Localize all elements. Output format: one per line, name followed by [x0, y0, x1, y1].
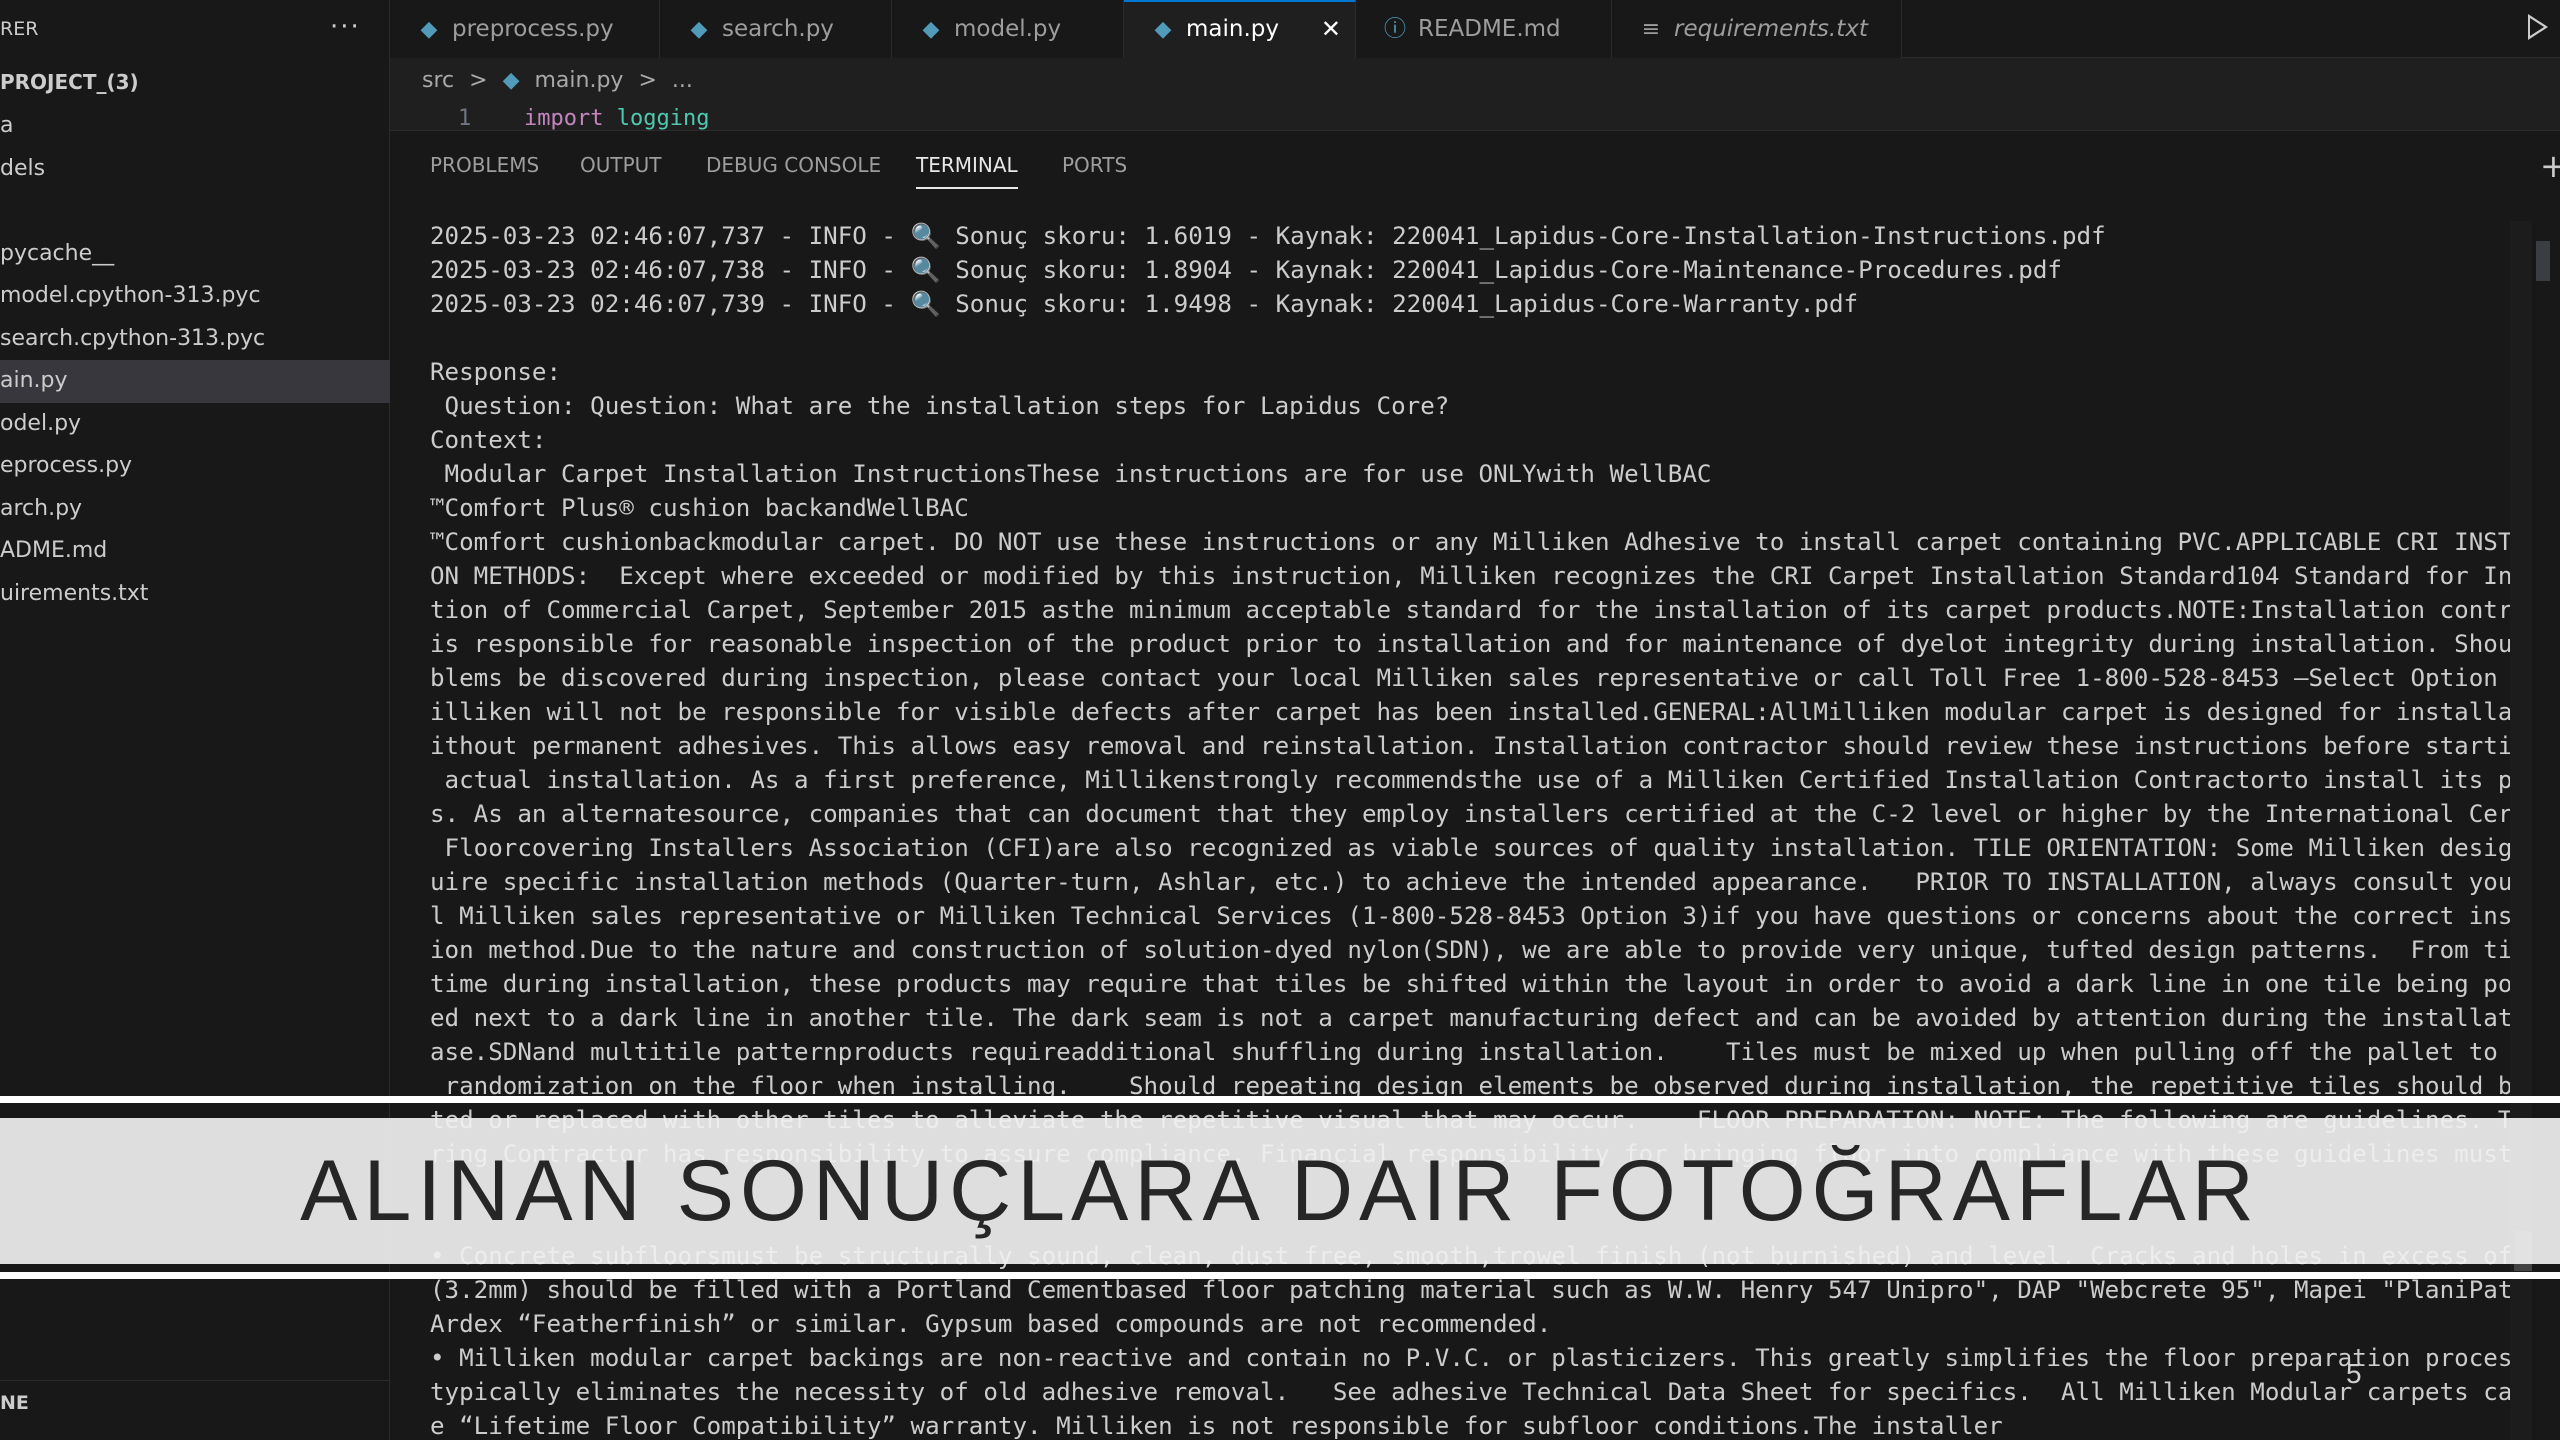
tab-label: main.py — [1186, 16, 1279, 42]
tree-item[interactable]: pycache__ — [0, 233, 390, 276]
tree-item[interactable]: arch.py — [0, 488, 390, 531]
python-icon: ◆ — [1154, 17, 1172, 42]
tree-item[interactable]: odel.py — [0, 403, 390, 446]
terminal-line: s. As an alternatesource, companies that… — [430, 800, 2512, 828]
terminal-line: • Milliken modular carpet backings are n… — [430, 1344, 2512, 1372]
terminal-line: ithout permanent adhesives. This allows … — [430, 732, 2512, 760]
tab-label: search.py — [722, 16, 834, 42]
tab-debug-console[interactable]: DEBUG CONSOLE — [706, 153, 881, 177]
terminal-line: l Milliken sales representative or Milli… — [430, 902, 2512, 930]
more-actions-icon[interactable]: ··· — [330, 12, 361, 42]
breadcrumb-file[interactable]: main.py — [534, 68, 623, 93]
tree-item[interactable]: dels — [0, 148, 390, 191]
python-icon: ◆ — [502, 68, 520, 93]
tab-model[interactable]: ◆ model.py — [892, 0, 1124, 58]
new-terminal-icon[interactable]: + — [2540, 147, 2560, 185]
terminal-line: Modular Carpet Installation Instructions… — [430, 460, 1712, 488]
tree-item[interactable]: search.cpython-313.pyc — [0, 318, 390, 361]
tab-problems[interactable]: PROBLEMS — [430, 153, 539, 177]
tab-preprocess[interactable]: ◆ preprocess.py — [390, 0, 660, 58]
outline-section-header[interactable]: NE — [0, 1392, 29, 1414]
project-folder[interactable]: PROJECT_(3) — [0, 70, 139, 94]
tree-item[interactable]: uirements.txt — [0, 573, 390, 616]
terminal-line: ™Comfort cushionbackmodular carpet. DO N… — [430, 528, 2512, 556]
slide-page-number: 5 — [2346, 1358, 2362, 1389]
terminal-line: ON METHODS: Except where exceeded or mod… — [430, 562, 2512, 590]
terminal-line: 2025-03-23 02:46:07,739 - INFO - 🔍 Sonuç… — [430, 290, 1859, 318]
terminal-line: time during installation, these products… — [430, 970, 2512, 998]
terminal-line: blems be discovered during inspection, p… — [430, 664, 2512, 692]
scroll-overview-mark — [2536, 241, 2550, 281]
tab-label: preprocess.py — [452, 16, 614, 42]
text-file-icon: ≡ — [1641, 17, 1661, 42]
file-tree: a dels pycache__ model.cpython-313.pyc s… — [0, 105, 390, 615]
terminal-line: Response: — [430, 358, 562, 386]
tab-terminal[interactable]: TERMINAL — [916, 153, 1018, 189]
terminal-line: tion of Commercial Carpet, September 201… — [430, 596, 2512, 624]
chevron-right-icon: > — [638, 68, 657, 93]
terminal-line: 2025-03-23 02:46:07,738 - INFO - 🔍 Sonuç… — [430, 256, 2062, 284]
explorer-header: RER ··· — [0, 0, 390, 58]
terminal-line: Question: Question: What are the install… — [430, 392, 1450, 420]
breadcrumb-folder[interactable]: src — [422, 68, 454, 93]
tab-requirements[interactable]: ≡ requirements.txt — [1612, 0, 1902, 58]
terminal-line: ion method.Due to the nature and constru… — [430, 936, 2512, 964]
banner-title: ALINAN SONUÇLARA DAIR FOTOĞRAFLAR — [300, 1143, 2260, 1239]
tab-output[interactable]: OUTPUT — [580, 153, 662, 177]
tree-item[interactable]: a — [0, 105, 390, 148]
tab-readme[interactable]: ⓘ README.md — [1356, 0, 1612, 58]
breadcrumb: src > ◆ main.py > ... — [422, 68, 701, 93]
python-icon: ◆ — [690, 17, 708, 42]
python-icon: ◆ — [922, 17, 940, 42]
terminal-line: Floorcovering Installers Association (CF… — [430, 834, 2512, 862]
terminal-line: Ardex “Featherfinish” or similar. Gypsum… — [430, 1310, 1552, 1338]
close-icon[interactable]: ✕ — [1321, 2, 1341, 56]
tab-label: requirements.txt — [1674, 16, 1868, 42]
terminal-line: typically eliminates the necessity of ol… — [430, 1378, 2512, 1406]
info-icon: ⓘ — [1383, 17, 1406, 42]
tab-ports[interactable]: PORTS — [1062, 153, 1127, 177]
python-icon: ◆ — [420, 17, 438, 42]
terminal-line: is responsible for reasonable inspection… — [430, 630, 2512, 658]
terminal-line: 2025-03-23 02:46:07,737 - INFO - 🔍 Sonuç… — [430, 222, 2106, 250]
tree-item[interactable] — [0, 190, 390, 233]
tab-search[interactable]: ◆ search.py — [660, 0, 892, 58]
run-icon[interactable] — [2528, 14, 2548, 40]
divider — [0, 1380, 390, 1381]
explorer-title: RER — [0, 18, 39, 40]
chevron-right-icon: > — [469, 68, 488, 93]
terminal-line: ase.SDNand multitile patternproducts req… — [430, 1038, 2512, 1066]
tree-item[interactable]: model.cpython-313.pyc — [0, 275, 390, 318]
tree-item[interactable]: eprocess.py — [0, 445, 390, 488]
editor-area: src > ◆ main.py > ... 1 import logging — [390, 58, 2560, 130]
tab-main[interactable]: ◆ main.py ✕ — [1124, 0, 1356, 58]
terminal-line: actual installation. As a first preferen… — [430, 766, 2512, 794]
code-text: import logging — [524, 106, 710, 130]
line-number: 1 — [458, 106, 472, 130]
tab-label: model.py — [954, 16, 1062, 42]
breadcrumb-more[interactable]: ... — [672, 68, 693, 93]
code-line[interactable]: 1 import logging — [390, 106, 2560, 130]
terminal-line: illiken will not be responsible for visi… — [430, 698, 2512, 726]
tree-item[interactable]: ADME.md — [0, 530, 390, 573]
banner-top-rule — [0, 1096, 2560, 1103]
terminal-line: ed next to a dark line in another tile. … — [430, 1004, 2512, 1032]
terminal-line: Context: — [430, 426, 547, 454]
banner-bottom-rule — [0, 1272, 2560, 1279]
panel-tabs: PROBLEMS OUTPUT DEBUG CONSOLE TERMINAL P… — [390, 131, 2560, 197]
terminal-line: e “Lifetime Floor Compatibility” warrant… — [430, 1412, 2003, 1440]
tab-label: README.md — [1418, 16, 1561, 42]
editor-tab-bar: ◆ preprocess.py ◆ search.py ◆ model.py ◆ mai… — [390, 0, 2560, 58]
tree-item-selected[interactable]: ain.py — [0, 360, 390, 403]
terminal-line: uire specific installation methods (Quar… — [430, 868, 2512, 896]
terminal-line: ™Comfort Plus® cushion backandWellBAC — [430, 494, 969, 522]
